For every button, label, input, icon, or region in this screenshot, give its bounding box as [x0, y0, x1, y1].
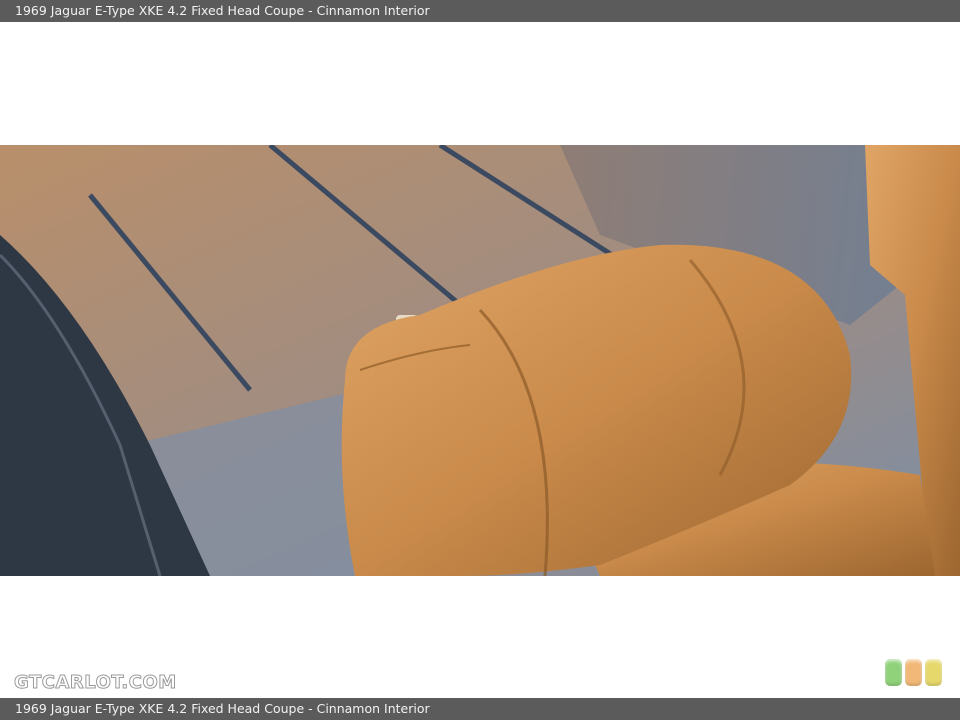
orange-swatch-icon[interactable]	[905, 659, 922, 686]
green-swatch-icon[interactable]	[885, 659, 902, 686]
yellow-swatch-icon[interactable]	[925, 659, 942, 686]
page-title: 1969 Jaguar E-Type XKE 4.2 Fixed Head Co…	[0, 0, 960, 22]
gtcarlot-logo[interactable]: GTCARLOT.COM	[14, 672, 177, 694]
photo-caption: 1969 Jaguar E-Type XKE 4.2 Fixed Head Co…	[0, 698, 960, 720]
interior-photo[interactable]	[0, 145, 960, 576]
color-swatches	[885, 659, 942, 686]
photo-svg	[0, 145, 960, 576]
